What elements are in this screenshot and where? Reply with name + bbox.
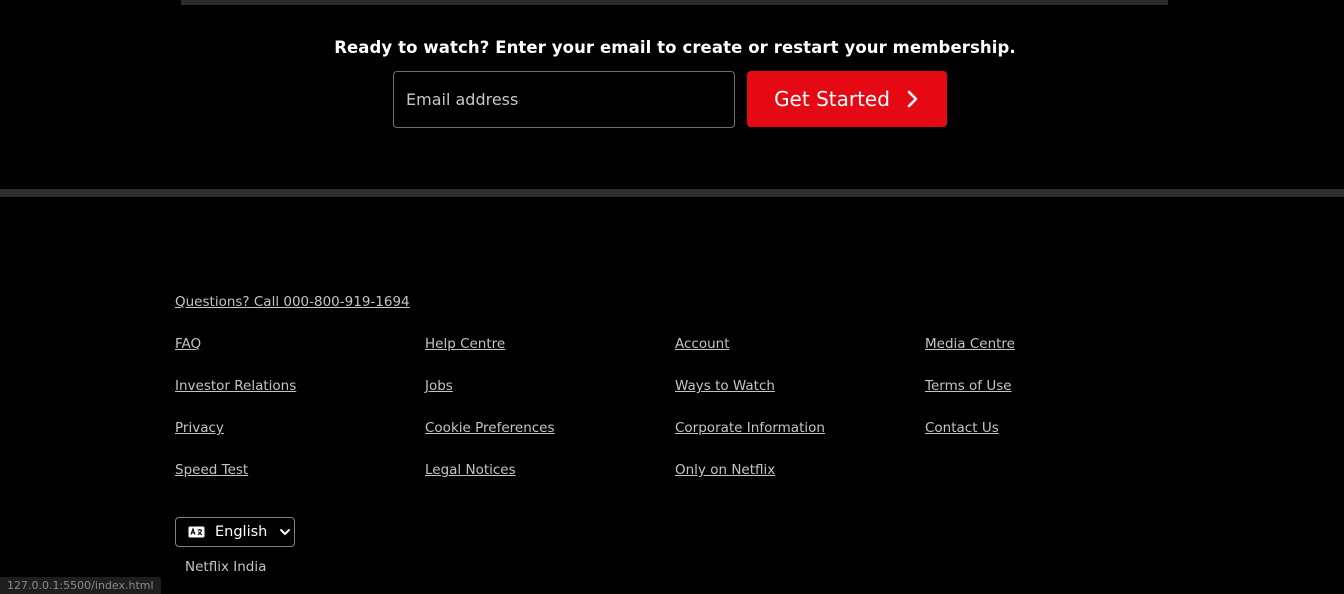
- top-divider: [181, 0, 1168, 5]
- footer-link-jobs[interactable]: Jobs: [425, 378, 453, 394]
- cta-title: Ready to watch? Enter your email to crea…: [334, 38, 1016, 57]
- questions-phone-link[interactable]: Questions? Call 000-800-919-1694: [175, 294, 410, 310]
- footer-link-ways-to-watch[interactable]: Ways to Watch: [675, 378, 775, 394]
- footer-link-account[interactable]: Account: [675, 336, 730, 352]
- footer-link-investor-relations[interactable]: Investor Relations: [175, 378, 296, 394]
- page: Ready to watch? Enter your email to crea…: [0, 0, 1344, 594]
- footer-link-terms-of-use[interactable]: Terms of Use: [925, 378, 1012, 394]
- footer-link-contact-us[interactable]: Contact Us: [925, 420, 999, 436]
- footer-link-faq[interactable]: FAQ: [175, 336, 201, 352]
- language-select[interactable]: English: [175, 517, 295, 547]
- email-field-container[interactable]: [393, 71, 735, 128]
- get-started-button[interactable]: Get Started: [747, 71, 947, 127]
- footer-link-cookie-preferences[interactable]: Cookie Preferences: [425, 420, 555, 436]
- footer-link-corporate-information[interactable]: Corporate Information: [675, 420, 825, 436]
- footer-link-help-centre[interactable]: Help Centre: [425, 336, 505, 352]
- status-bar-url: 127.0.0.1:5500/index.html: [0, 577, 161, 594]
- chevron-right-icon: [907, 90, 918, 108]
- email-input[interactable]: [394, 72, 734, 127]
- language-label: English: [215, 524, 268, 540]
- footer-link-media-centre[interactable]: Media Centre: [925, 336, 1015, 352]
- footer-link-only-on-netflix[interactable]: Only on Netflix: [675, 462, 775, 478]
- country-label: Netflix India: [185, 559, 267, 575]
- footer-link-legal-notices[interactable]: Legal Notices: [425, 462, 516, 478]
- translate-icon: [188, 526, 205, 538]
- footer-link-speed-test[interactable]: Speed Test: [175, 462, 248, 478]
- footer-link-privacy[interactable]: Privacy: [175, 420, 224, 436]
- chevron-down-icon: [280, 529, 291, 535]
- section-divider: [0, 189, 1344, 197]
- get-started-label: Get Started: [774, 87, 890, 111]
